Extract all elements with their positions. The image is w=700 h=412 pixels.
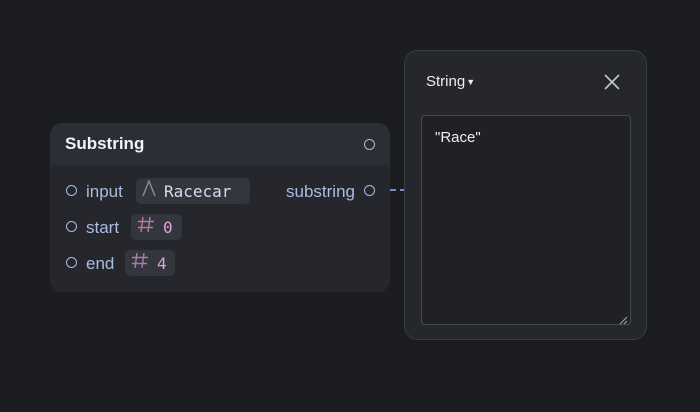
type-dropdown-label: String xyxy=(426,73,466,90)
start-port-icon[interactable] xyxy=(66,221,77,232)
value-textarea[interactable]: "Race" xyxy=(421,115,631,325)
substring-node[interactable]: Substring input Racecar substring start xyxy=(50,123,390,292)
end-value-field[interactable]: 4 xyxy=(125,250,175,276)
start-value-field[interactable]: 0 xyxy=(131,214,182,240)
graph-canvas[interactable]: Substring input Racecar substring start xyxy=(0,0,700,412)
end-label: end xyxy=(86,254,115,273)
input-row-input: input Racecar substring xyxy=(50,178,390,204)
input-port-icon[interactable] xyxy=(66,185,77,196)
node-output-port-icon[interactable] xyxy=(364,139,375,150)
caret-down-icon: ▼ xyxy=(466,77,476,87)
resize-handle-icon[interactable] xyxy=(618,312,628,325)
output-port-icon[interactable] xyxy=(364,185,375,196)
input-row-end: end 4 xyxy=(50,250,390,276)
number-type-icon xyxy=(137,216,155,238)
node-title: Substring xyxy=(65,134,145,153)
start-label: start xyxy=(86,218,120,237)
input-value: Racecar xyxy=(164,181,232,201)
output-label: substring xyxy=(286,182,355,201)
input-label: input xyxy=(86,182,123,201)
input-row-start: start 0 xyxy=(50,214,390,240)
input-value-field[interactable]: Racecar xyxy=(136,178,250,204)
node-header[interactable]: Substring xyxy=(50,123,390,165)
number-type-icon xyxy=(131,252,149,274)
close-icon[interactable] xyxy=(603,73,621,91)
end-port-icon[interactable] xyxy=(66,257,77,268)
start-value: 0 xyxy=(163,217,173,237)
end-value: 4 xyxy=(157,253,167,273)
value-inspector-popover: String▼ "Race" xyxy=(404,50,647,340)
value-text: "Race" xyxy=(435,129,481,146)
text-type-icon xyxy=(142,179,156,202)
type-dropdown[interactable]: String▼ xyxy=(426,73,475,90)
